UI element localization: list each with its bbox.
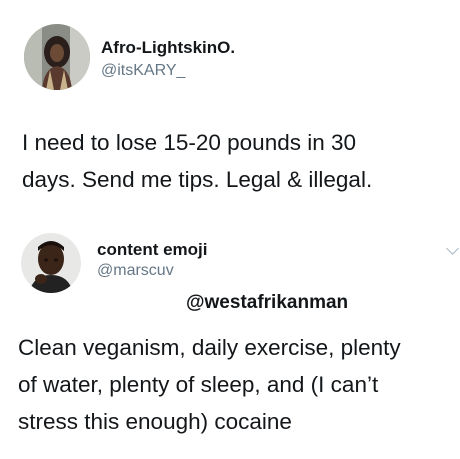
user-handle[interactable]: @itsKARY_	[101, 62, 185, 80]
tweet-original: Afro-LightskinO. @itsKARY_ I need to los…	[0, 0, 460, 220]
chevron-down-icon[interactable]	[446, 242, 459, 255]
tweet-text-line: of water, plenty of sleep, and (I can’t	[18, 372, 379, 397]
display-name[interactable]: content emoji	[97, 240, 208, 260]
display-name[interactable]: Afro-LightskinO.	[101, 38, 235, 58]
avatar[interactable]	[21, 233, 81, 293]
avatar-photo	[21, 233, 81, 293]
tweet-reply: content emoji @marscuv @westafrikanman C…	[0, 220, 460, 459]
tweet-text-line: days. Send me tips. Legal & illegal.	[22, 167, 373, 192]
avatar-photo	[24, 24, 90, 90]
user-handle[interactable]: @marscuv	[97, 262, 174, 280]
tweet-text-line: stress this enough) cocaine	[18, 409, 292, 434]
avatar[interactable]	[24, 24, 90, 90]
tweet-text-line: Clean veganism, daily exercise, plenty	[18, 335, 401, 360]
tweet-text-line: I need to lose 15-20 pounds in 30	[22, 130, 357, 155]
mention-handle[interactable]: @westafrikanman	[186, 292, 348, 314]
